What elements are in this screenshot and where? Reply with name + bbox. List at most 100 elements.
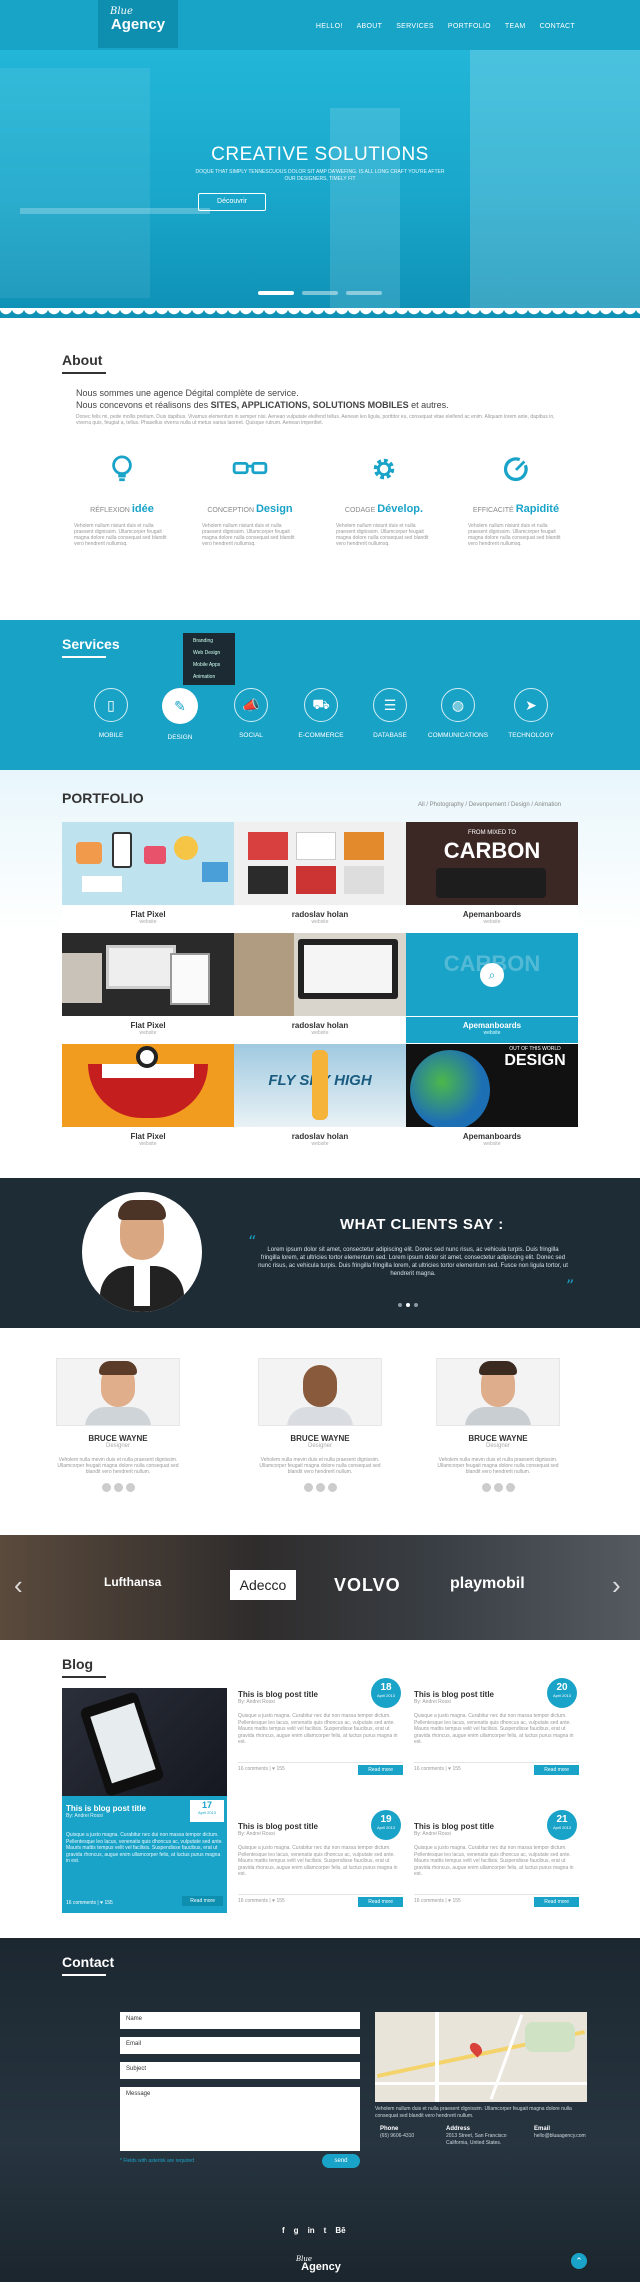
- chevron-left-icon[interactable]: ‹: [14, 1570, 23, 1601]
- nav-team[interactable]: TEAM: [505, 23, 526, 30]
- facebook-icon[interactable]: [303, 1483, 313, 1492]
- portfolio-item[interactable]: radoslav holan website: [234, 822, 406, 932]
- portfolio-item[interactable]: Flat Pixel website: [62, 1044, 234, 1154]
- nav-about[interactable]: ABOUT: [357, 23, 383, 30]
- behance-icon[interactable]: Bē: [335, 2226, 345, 2235]
- service-design[interactable]: ✎ DESIGN: [145, 688, 215, 741]
- blog-post[interactable]: 21 April 2013 This is blog post title By: …: [414, 1810, 579, 1907]
- linkedin-icon[interactable]: [505, 1483, 515, 1492]
- portfolio-item[interactable]: radoslav holan website: [234, 933, 406, 1043]
- linkedin-icon[interactable]: in: [308, 2226, 315, 2235]
- quote-close-icon: ”: [566, 1276, 575, 1295]
- nav-hello[interactable]: HELLO!: [316, 23, 343, 30]
- blog-post[interactable]: 18 April 2013 This is blog post title By: …: [238, 1678, 403, 1775]
- slider-indicator[interactable]: [346, 291, 382, 295]
- testimonial-dot[interactable]: [398, 1303, 402, 1307]
- menu-item-mobile-apps[interactable]: Mobile Apps: [183, 659, 235, 671]
- facebook-icon[interactable]: [481, 1483, 491, 1492]
- testimonial-dot[interactable]: [414, 1303, 418, 1307]
- name-field[interactable]: Name: [120, 2012, 360, 2029]
- client-photo: [82, 1192, 202, 1312]
- client-logo-lufthansa: Lufthansa: [104, 1575, 162, 1589]
- portfolio-item[interactable]: FROM MIXED TO CARBON Apemanboards website: [406, 822, 578, 932]
- read-more-button[interactable]: Read more: [358, 1765, 403, 1775]
- linkedin-icon[interactable]: [327, 1483, 337, 1492]
- menu-item-animation[interactable]: Animation: [183, 671, 235, 683]
- feature-develop: CODAGE Dévelop. Veholem nullum nisiunt d…: [336, 455, 432, 547]
- testimonial-text: Lorem ipsum dolor sit amet, consectetur …: [258, 1247, 568, 1277]
- design-dropdown-menu: Branding Web Design Mobile Apps Animatio…: [183, 633, 235, 685]
- twitter-icon[interactable]: t: [324, 2226, 327, 2235]
- logo[interactable]: Blue Agency: [98, 0, 178, 48]
- hero-banner: CREATIVE SOLUTIONS DOQUE THAT SIMPLY TEN…: [0, 48, 640, 313]
- logo-name: Agency: [110, 16, 166, 33]
- testimonial-dot-active[interactable]: [406, 1303, 410, 1307]
- portfolio-item-hover[interactable]: CARBON ⌕ Apemanboardswebsite: [406, 933, 578, 1043]
- nav-services[interactable]: SERVICES: [396, 23, 434, 30]
- feature-speed: EFFICACITÉ Rapidité Veholem nullum nisiu…: [468, 455, 564, 547]
- linkedin-icon[interactable]: [125, 1483, 135, 1492]
- portfolio-item[interactable]: Flat Pixel website: [62, 822, 234, 932]
- location-map[interactable]: [375, 2012, 587, 2102]
- portfolio-thumbnail: OUT OF THIS WORLD DESIGN: [406, 1044, 578, 1127]
- portfolio-filters[interactable]: All / Photography / Devenpement / Design…: [418, 802, 561, 808]
- post-date-badge: 18 April 2013: [371, 1678, 401, 1708]
- service-database[interactable]: ☰ DATABASE: [355, 688, 425, 739]
- service-technology[interactable]: ➤ TECHNOLOGY: [496, 688, 566, 739]
- zoom-icon[interactable]: ⌕: [480, 963, 504, 987]
- portfolio-item[interactable]: OUT OF THIS WORLD DESIGN Apemanboards web…: [406, 1044, 578, 1154]
- email-field[interactable]: Email: [120, 2037, 360, 2054]
- client-logo-adecco: Adecco: [230, 1570, 296, 1600]
- footer-logo[interactable]: Blue Agency: [296, 2255, 346, 2273]
- team-member: BRUCE WAYNE Designer Veholem nulla mevin…: [433, 1358, 563, 1492]
- contact-email: Email hello@bluaagency.com: [534, 2126, 586, 2139]
- read-more-button[interactable]: Read more: [358, 1897, 403, 1907]
- slider-indicator[interactable]: [302, 291, 338, 295]
- truck-icon: ⛟: [304, 688, 338, 722]
- chevron-right-icon[interactable]: ›: [612, 1570, 621, 1601]
- post-date-badge: 21 April 2013: [547, 1810, 577, 1840]
- portfolio-item[interactable]: FLY SKY HIGH radoslav holanwebsite: [234, 1044, 406, 1154]
- service-ecommerce[interactable]: ⛟ E-COMMERCE: [286, 688, 356, 739]
- blog-post[interactable]: 19 April 2013 This is blog post title By: …: [238, 1810, 403, 1907]
- post-date-badge: 19 April 2013: [371, 1810, 401, 1840]
- twitter-icon[interactable]: [113, 1483, 123, 1492]
- read-more-button[interactable]: Read more: [182, 1896, 223, 1906]
- nav-portfolio[interactable]: PORTFOLIO: [448, 23, 491, 30]
- facebook-icon[interactable]: [101, 1483, 111, 1492]
- hero-cta-button[interactable]: Découvrir: [198, 193, 266, 211]
- testimonials-title: WHAT CLIENTS SAY :: [340, 1216, 504, 1233]
- featured-post-date: 17 April 2013: [190, 1800, 224, 1822]
- about-title: About: [62, 352, 103, 368]
- menu-item-web-design[interactable]: Web Design: [183, 647, 235, 659]
- feature-design: CONCEPTION Design Veholem nullum nisiunt…: [202, 455, 298, 547]
- feature-idea: RÉFLEXION idée Veholem nullum nisiunt du…: [74, 455, 170, 547]
- portfolio-item[interactable]: Flat Pixel website: [62, 933, 234, 1043]
- message-field[interactable]: Message: [120, 2087, 360, 2151]
- office-glass-panel: [0, 68, 150, 298]
- google-plus-icon[interactable]: g: [294, 2226, 299, 2235]
- blog-post[interactable]: 20 April 2013 This is blog post title By: …: [414, 1678, 579, 1775]
- featured-blog-post[interactable]: This is blog post title By: Andrei Rossi …: [62, 1688, 227, 1913]
- office-desk: [20, 208, 210, 214]
- send-button[interactable]: send: [322, 2154, 360, 2168]
- twitter-icon[interactable]: [493, 1483, 503, 1492]
- nav-contact[interactable]: CONTACT: [540, 23, 575, 30]
- about-lead-1: Nous sommes une agence Dégital complète …: [76, 388, 299, 398]
- service-social[interactable]: 📣 SOCIAL: [216, 688, 286, 739]
- slider-indicator-active[interactable]: [258, 291, 294, 295]
- member-photo: [56, 1358, 180, 1426]
- scroll-top-icon[interactable]: ⌃: [571, 2253, 587, 2269]
- service-communications[interactable]: ◍ COMMUNICATIONS: [423, 688, 493, 739]
- menu-item-branding[interactable]: Branding: [183, 635, 235, 647]
- service-mobile[interactable]: ▯ MOBILE: [76, 688, 146, 739]
- portfolio-thumbnail: [234, 933, 406, 1016]
- portfolio-title: PORTFOLIO: [62, 790, 144, 806]
- facebook-icon[interactable]: f: [282, 2226, 285, 2235]
- read-more-button[interactable]: Read more: [534, 1765, 579, 1775]
- read-more-button[interactable]: Read more: [534, 1897, 579, 1907]
- mobile-icon: ▯: [94, 688, 128, 722]
- title-underline: [62, 372, 106, 374]
- twitter-icon[interactable]: [315, 1483, 325, 1492]
- subject-field[interactable]: Subject: [120, 2062, 360, 2079]
